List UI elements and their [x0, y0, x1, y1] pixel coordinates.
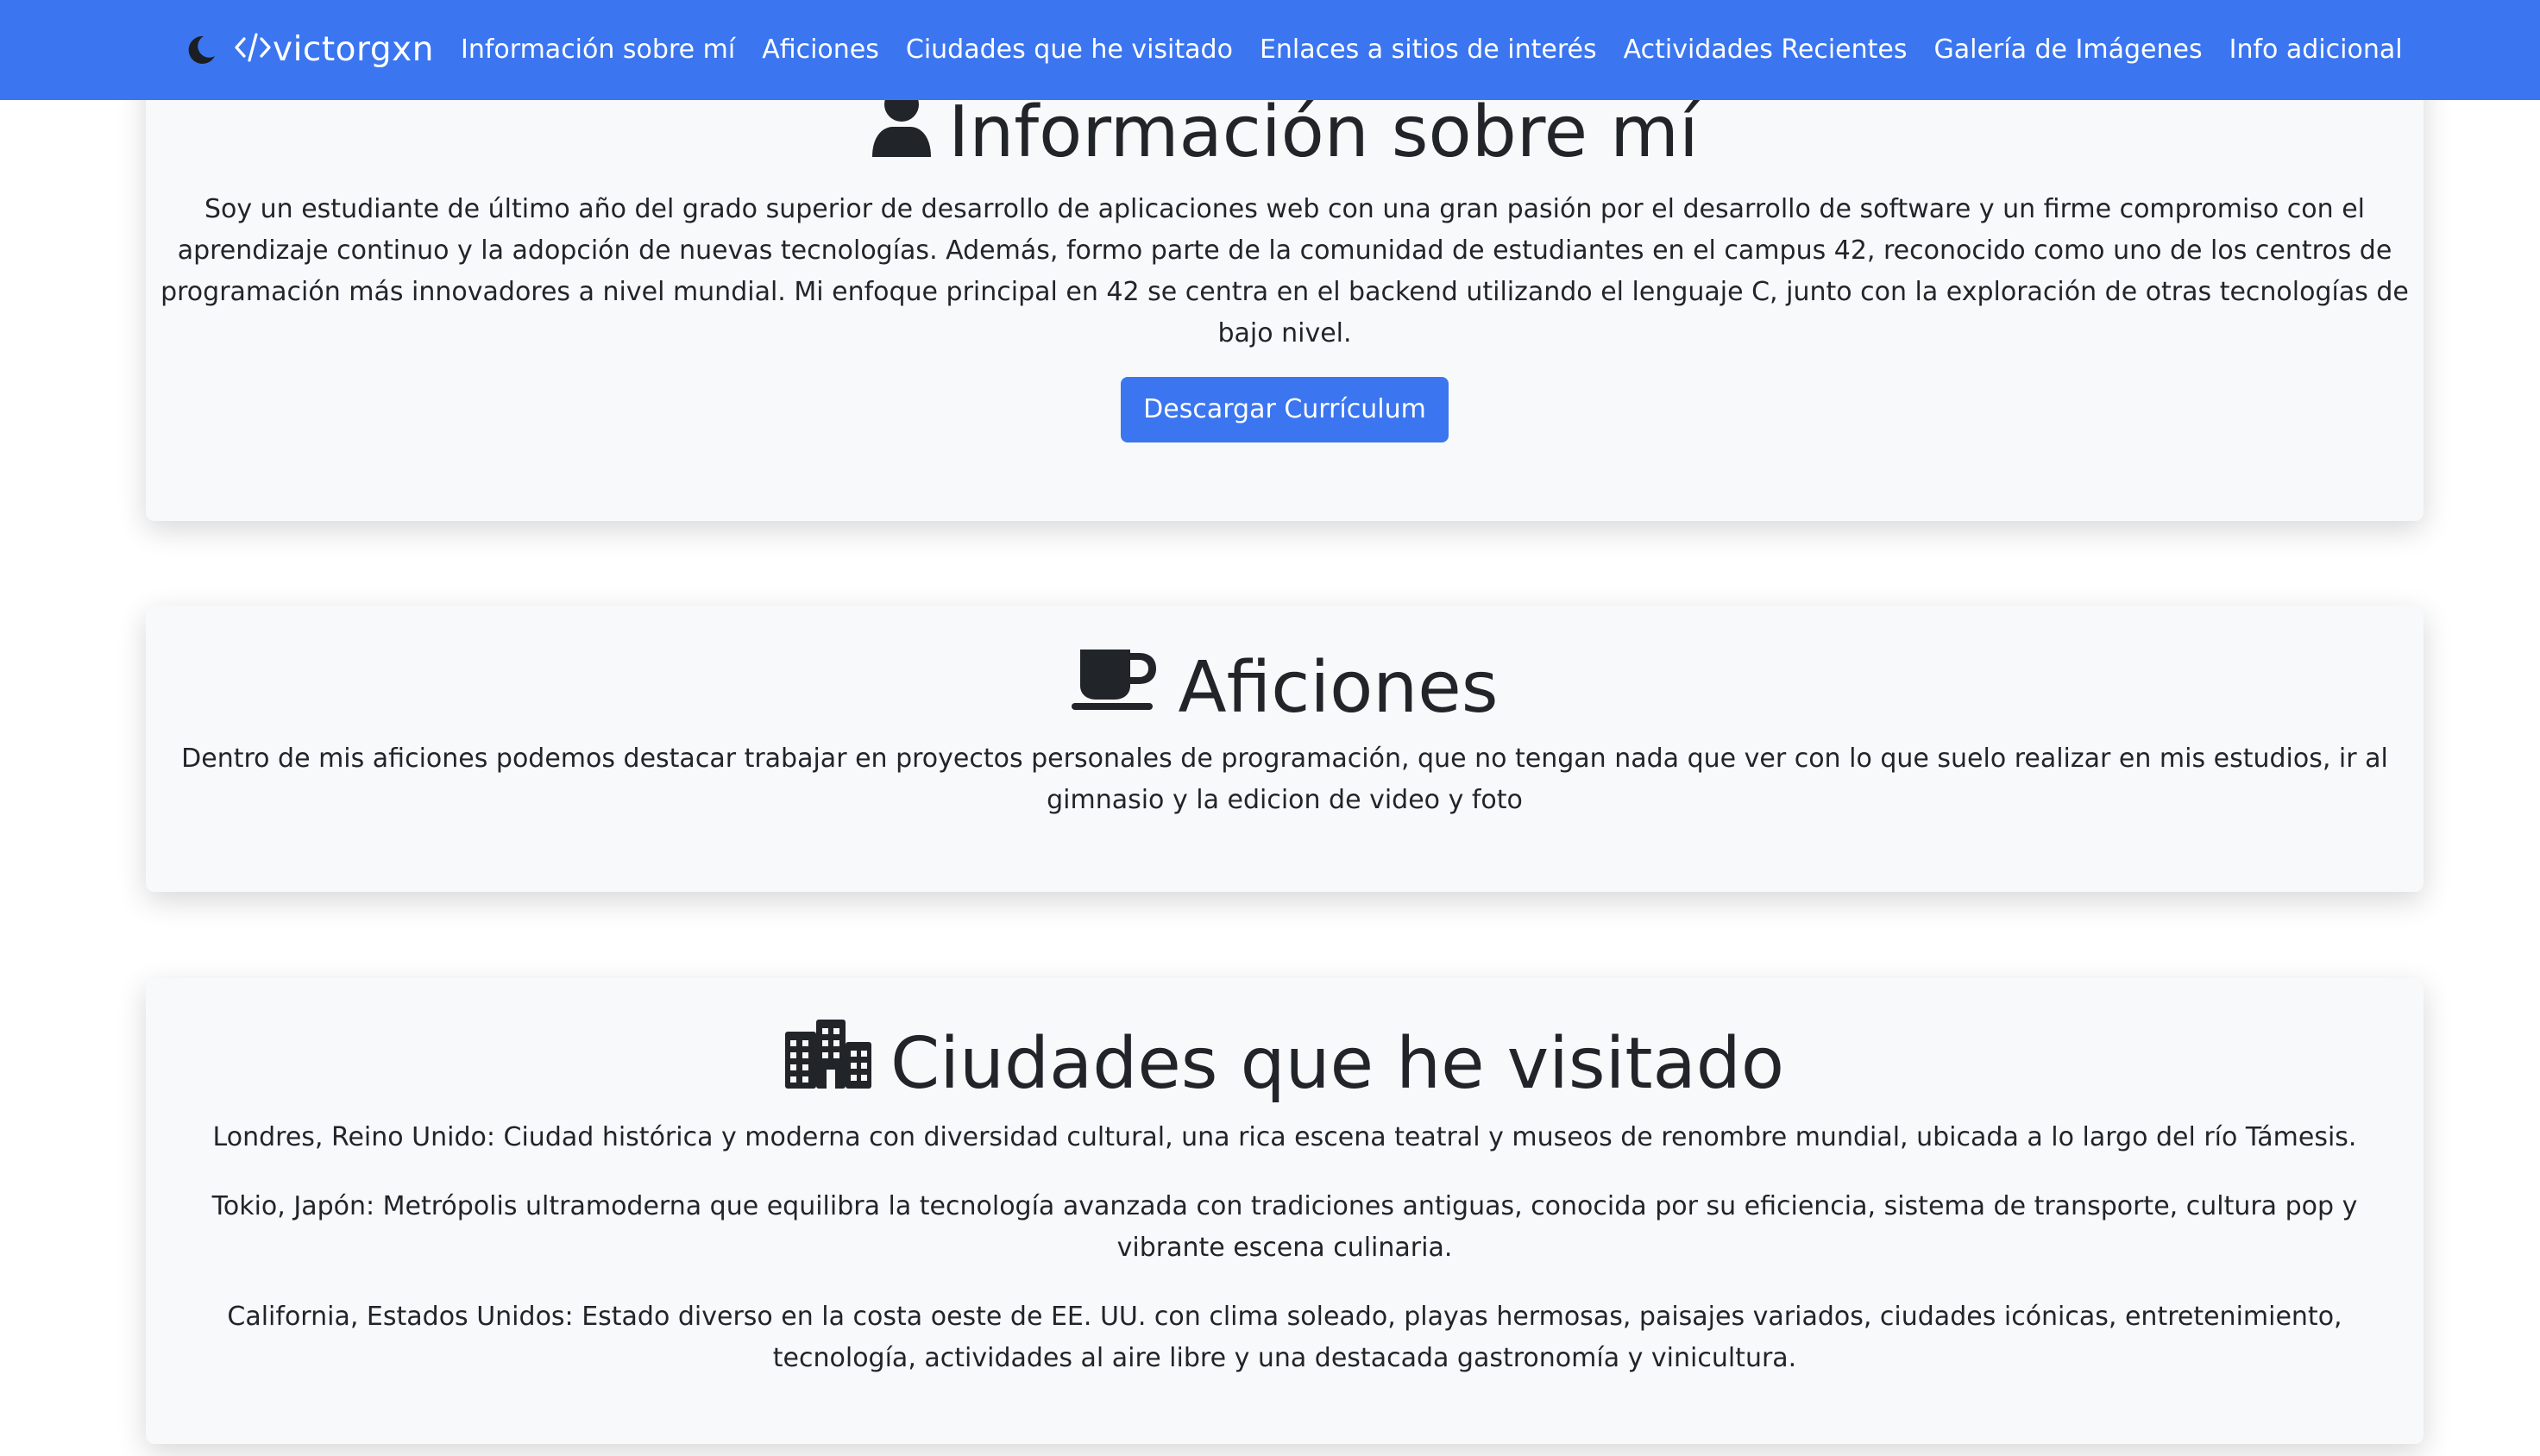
nav-link-actividades[interactable]: Actividades Recientes [1624, 24, 1908, 76]
navbar: victorgxn Información sobre mí Aficiones… [0, 0, 2540, 100]
moon-icon[interactable] [185, 34, 217, 66]
city-item-california: California, Estados Unidos: Estado diver… [227, 1302, 2342, 1373]
hobbies-title: Aficiones [146, 606, 2424, 731]
nav-link-info-adicional[interactable]: Info adicional [2229, 24, 2403, 76]
about-title-text: Información sobre mí [948, 91, 1699, 173]
cities-section: Ciudades que he visitado Londres, Reino … [146, 978, 2424, 1444]
brand[interactable]: victorgxn [185, 24, 434, 76]
nav-link-informacion[interactable]: Información sobre mí [461, 24, 735, 76]
nav-link-ciudades[interactable]: Ciudades que he visitado [906, 24, 1233, 76]
user-icon [871, 86, 933, 179]
city-item-london: Londres, Reino Unido: Ciudad histórica y… [212, 1122, 2357, 1152]
download-cv-button[interactable]: Descargar Currículum [1121, 377, 1449, 442]
city-item-tokyo: Tokio, Japón: Metrópolis ultramoderna qu… [211, 1191, 2358, 1263]
hobbies-text: Dentro de mis aficiones podemos destacar… [181, 744, 2388, 815]
cities-title: Ciudades que he visitado [146, 978, 2424, 1108]
hobbies-title-text: Aficiones [1178, 647, 1499, 729]
nav-link-galeria[interactable]: Galería de Imágenes [1934, 24, 2203, 76]
city-icon [784, 1020, 871, 1108]
coffee-icon [1071, 645, 1158, 731]
code-icon [235, 32, 271, 63]
nav-link-enlaces[interactable]: Enlaces a sitios de interés [1260, 24, 1597, 76]
about-section: Información sobre mí Soy un estudiante d… [146, 52, 2424, 521]
cities-title-text: Ciudades que he visitado [890, 1022, 1785, 1105]
about-text: Soy un estudiante de último año del grad… [160, 194, 2409, 348]
brand-name[interactable]: victorgxn [273, 24, 434, 76]
nav-link-aficiones[interactable]: Aficiones [762, 24, 879, 76]
hobbies-section: Aficiones Dentro de mis aficiones podemo… [146, 606, 2424, 892]
nav-links: Información sobre mí Aficiones Ciudades … [461, 24, 2403, 76]
